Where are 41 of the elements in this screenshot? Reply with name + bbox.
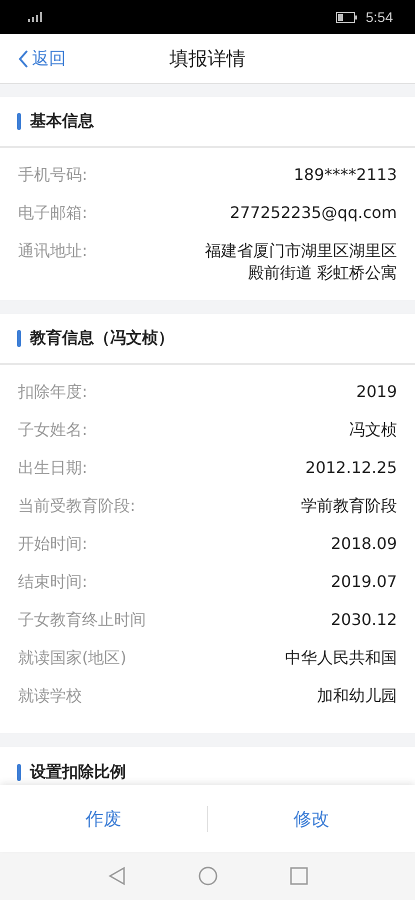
action-button[interactable]: 作废 [0,785,207,852]
field-label: 就读国家(地区) [18,647,126,669]
field-value: 加和幼儿园 [317,685,397,707]
field-label: 当前受教育阶段: [18,495,136,517]
section-title: 教育信息（冯文桢） [30,328,174,349]
chevron-left-icon [18,50,28,68]
field-value: 277252235@qq.com [230,202,397,224]
signal-icon [28,12,44,22]
field-value: 2012.12.25 [305,457,397,479]
field-value: 2019.07 [330,571,397,593]
field-value: 2018.09 [330,533,397,555]
field-label: 出生日期: [18,457,88,479]
field-value: 中华人民共和国 [285,647,397,669]
field-value: 学前教育阶段 [301,495,397,517]
accent-bar [17,113,21,130]
field-label: 扣除年度: [18,381,88,403]
section-title: 设置扣除比例 [30,762,126,782]
accent-bar [17,330,21,347]
field-value: 189****2113 [294,164,397,186]
back-triangle-icon[interactable] [108,866,126,886]
field-value: 2030.12 [330,609,397,631]
accent-bar [17,764,21,780]
clock-text: 5:54 [366,9,393,25]
field-label: 结束时间: [18,571,88,593]
field-value: 福建省厦门市湖里区湖里区殿前街道 彩虹桥公寓 [204,240,397,284]
back-button[interactable]: 返回 [12,47,72,70]
home-circle-icon[interactable] [198,866,218,886]
field-label: 开始时间: [18,533,88,555]
field-label: 子女教育终止时间 [18,609,146,631]
page-title: 填报详情 [170,46,246,72]
field-label: 电子邮箱: [18,202,88,224]
recent-square-icon[interactable] [290,867,308,885]
field-label: 子女姓名: [18,419,88,441]
field-value: 2019 [356,381,397,403]
field-value: 冯文桢 [349,419,397,441]
field-label: 通讯地址: [18,240,88,262]
action-button[interactable]: 修改 [208,785,415,852]
field-label: 就读学校 [18,685,82,707]
field-label: 手机号码: [18,164,88,186]
section-title: 基本信息 [30,111,94,132]
battery-icon [336,12,358,22]
